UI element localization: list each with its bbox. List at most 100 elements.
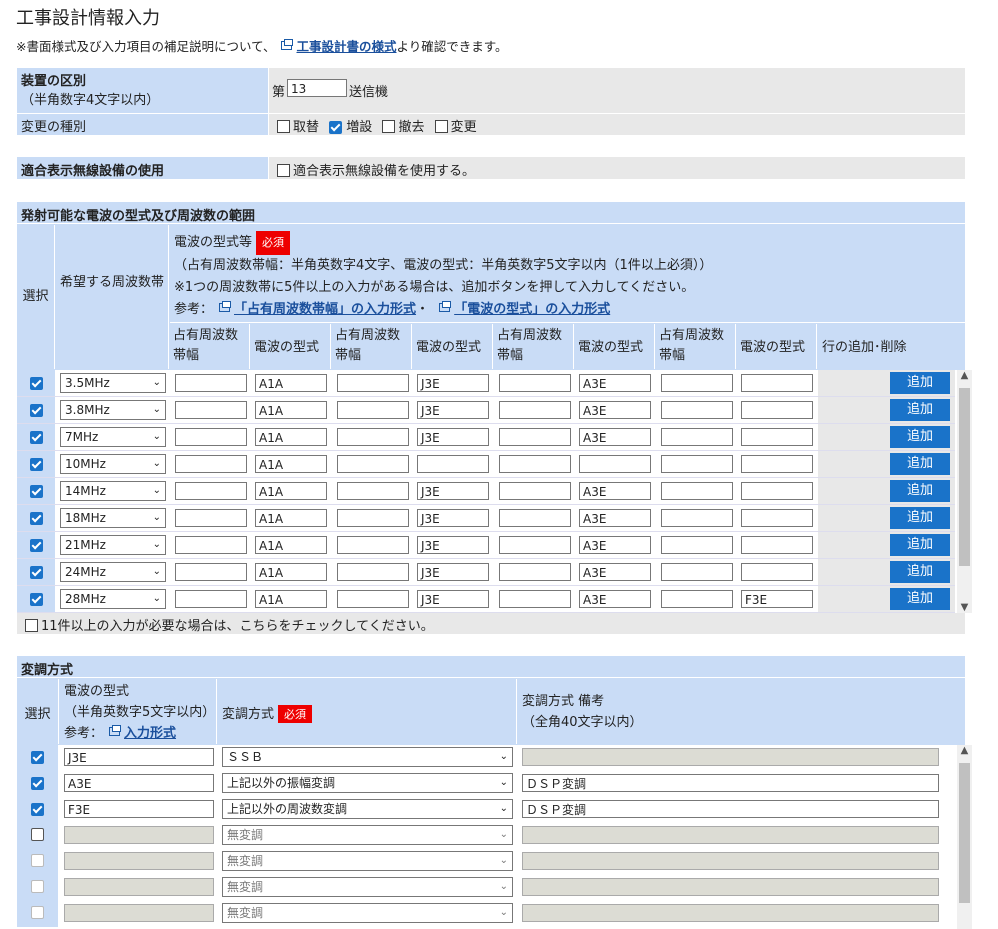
- change-option-replace[interactable]: 取替: [277, 120, 319, 135]
- bandwidth-input[interactable]: [661, 590, 733, 608]
- bandwidth-input[interactable]: [337, 509, 409, 527]
- add-button[interactable]: 追加: [890, 588, 950, 610]
- checkbox-checked[interactable]: [329, 121, 343, 134]
- add-button[interactable]: 追加: [890, 399, 950, 421]
- emission-type-input[interactable]: A1A: [255, 401, 327, 419]
- emission-type-input[interactable]: J3E: [417, 401, 489, 419]
- emission-type-input[interactable]: J3E: [417, 590, 489, 608]
- emission-type-input[interactable]: [741, 509, 813, 527]
- modulation-note-input[interactable]: [522, 878, 939, 896]
- emission-type-format-link[interactable]: 「電波の型式」の入力形式: [454, 302, 610, 317]
- change-option-modify[interactable]: 変更: [434, 120, 477, 135]
- bandwidth-format-link[interactable]: 「占有周波数帯幅」の入力形式: [234, 302, 416, 317]
- emission-type-input[interactable]: [741, 536, 813, 554]
- row-checkbox[interactable]: [29, 566, 43, 579]
- band-select[interactable]: 3.5MHz ⌄: [60, 373, 166, 393]
- bandwidth-input[interactable]: [661, 509, 733, 527]
- modulation-note-input[interactable]: [522, 826, 939, 844]
- row-checkbox[interactable]: [29, 431, 43, 444]
- emission-type-input[interactable]: J3E: [417, 509, 489, 527]
- modulation-method-select[interactable]: 無変調 ⌄: [222, 903, 513, 923]
- row-checkbox[interactable]: [31, 828, 44, 841]
- row-checkbox[interactable]: [29, 458, 43, 471]
- emission-type-input[interactable]: A3E: [579, 374, 651, 392]
- emission-type-input[interactable]: [741, 482, 813, 500]
- form-guide-link[interactable]: 工事設計書の様式: [296, 39, 396, 54]
- bandwidth-input[interactable]: [661, 563, 733, 581]
- emission-type-input[interactable]: [64, 878, 214, 896]
- bandwidth-input[interactable]: [175, 455, 247, 473]
- bandwidth-input[interactable]: [175, 482, 247, 500]
- row-checkbox[interactable]: [31, 880, 44, 893]
- emission-type-input[interactable]: [64, 852, 214, 870]
- scroll-up-icon[interactable]: ▲: [957, 370, 972, 381]
- bandwidth-input[interactable]: [661, 374, 733, 392]
- bandwidth-input[interactable]: [337, 536, 409, 554]
- add-button[interactable]: 追加: [890, 480, 950, 502]
- scrollbar-thumb[interactable]: [959, 388, 970, 566]
- conform-checkbox[interactable]: [277, 164, 290, 177]
- bandwidth-input[interactable]: [661, 401, 733, 419]
- modulation-method-select[interactable]: ＳＳＢ ⌄: [222, 747, 513, 767]
- row-checkbox[interactable]: [29, 539, 43, 552]
- checkbox[interactable]: [382, 120, 396, 133]
- bandwidth-input[interactable]: [175, 536, 247, 554]
- row-checkbox[interactable]: [29, 512, 43, 525]
- bandwidth-input[interactable]: [337, 428, 409, 446]
- row-checkbox[interactable]: [29, 485, 43, 498]
- band-select[interactable]: 10MHz ⌄: [60, 454, 166, 474]
- emission-type-input[interactable]: A3E: [579, 428, 651, 446]
- bandwidth-input[interactable]: [175, 428, 247, 446]
- scrollbar-thumb[interactable]: [959, 763, 970, 903]
- modulation-method-select[interactable]: 上記以外の振幅変調 ⌄: [222, 773, 513, 793]
- emission-type-input[interactable]: F3E: [64, 800, 214, 818]
- band-select[interactable]: 18MHz ⌄: [60, 508, 166, 528]
- row-checkbox[interactable]: [31, 751, 44, 764]
- emission-type-input[interactable]: J3E: [417, 482, 489, 500]
- change-option-remove[interactable]: 撤去: [382, 120, 424, 135]
- emission-type-input[interactable]: J3E: [64, 748, 214, 766]
- emission-type-input[interactable]: A1A: [255, 536, 327, 554]
- emission-type-input[interactable]: [741, 563, 813, 581]
- modulation-note-input[interactable]: [522, 852, 939, 870]
- modulation-scrollbar[interactable]: ▲: [957, 745, 972, 929]
- emission-type-input[interactable]: A1A: [255, 590, 327, 608]
- emission-type-input[interactable]: A1A: [255, 455, 327, 473]
- bandwidth-input[interactable]: [661, 455, 733, 473]
- bandwidth-input[interactable]: [175, 590, 247, 608]
- emission-type-input[interactable]: A3E: [579, 509, 651, 527]
- bandwidth-input[interactable]: [337, 401, 409, 419]
- bandwidth-input[interactable]: [499, 536, 571, 554]
- bandwidth-input[interactable]: [175, 509, 247, 527]
- emission-type-input[interactable]: J3E: [417, 374, 489, 392]
- emission-type-input[interactable]: A1A: [255, 374, 327, 392]
- add-button[interactable]: 追加: [890, 534, 950, 556]
- bandwidth-input[interactable]: [175, 374, 247, 392]
- bandwidth-input[interactable]: [175, 401, 247, 419]
- emission-type-input[interactable]: A1A: [255, 509, 327, 527]
- row-checkbox[interactable]: [31, 906, 44, 919]
- checkbox[interactable]: [277, 120, 290, 133]
- modulation-method-select[interactable]: 無変調 ⌄: [222, 851, 513, 871]
- row-checkbox[interactable]: [29, 377, 43, 390]
- bandwidth-input[interactable]: [499, 374, 571, 392]
- modulation-note-input[interactable]: ＤＳＰ変調: [522, 800, 939, 818]
- bandwidth-input[interactable]: [337, 455, 409, 473]
- band-select[interactable]: 14MHz ⌄: [60, 481, 166, 501]
- change-option-add[interactable]: 増設: [329, 120, 372, 135]
- emission-type-input[interactable]: A1A: [255, 563, 327, 581]
- modulation-method-select[interactable]: 無変調 ⌄: [222, 877, 513, 897]
- band-select[interactable]: 3.8MHz ⌄: [60, 400, 166, 420]
- bandwidth-input[interactable]: [337, 482, 409, 500]
- bandwidth-input[interactable]: [661, 428, 733, 446]
- emission-type-input[interactable]: A3E: [579, 563, 651, 581]
- emission-type-input[interactable]: [741, 374, 813, 392]
- emission-type-input[interactable]: A1A: [255, 482, 327, 500]
- emission-type-input[interactable]: A3E: [579, 401, 651, 419]
- row-checkbox[interactable]: [31, 803, 44, 816]
- band-select[interactable]: 28MHz ⌄: [60, 589, 166, 609]
- band-select[interactable]: 7MHz ⌄: [60, 427, 166, 447]
- row-checkbox[interactable]: [31, 777, 44, 790]
- bandwidth-input[interactable]: [499, 401, 571, 419]
- band-select[interactable]: 21MHz ⌄: [60, 535, 166, 555]
